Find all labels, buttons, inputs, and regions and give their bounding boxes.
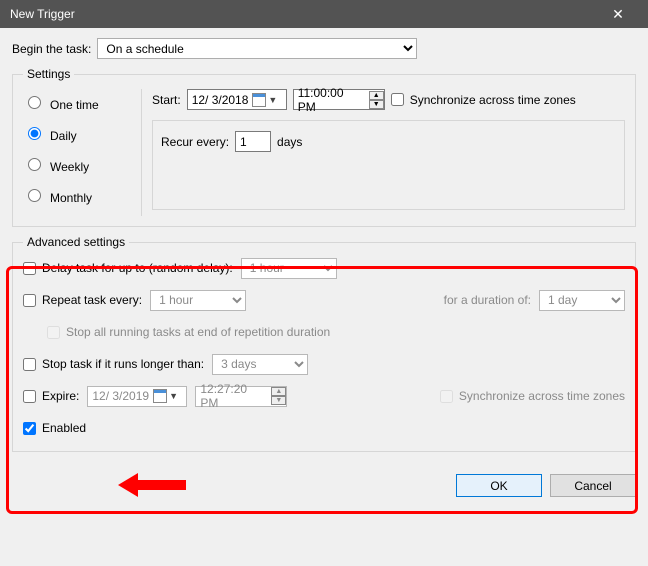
chevron-down-icon: ▼ bbox=[268, 95, 277, 105]
radio-one-time[interactable]: One time bbox=[23, 93, 131, 112]
spin-up-icon[interactable]: ▲ bbox=[271, 387, 286, 396]
begin-task-select[interactable]: On a schedule bbox=[97, 38, 417, 59]
stop-repetition-checkbox: Stop all running tasks at end of repetit… bbox=[47, 325, 330, 339]
repeat-value-select[interactable]: 1 hour bbox=[150, 290, 246, 311]
settings-legend: Settings bbox=[23, 67, 74, 81]
radio-weekly[interactable]: Weekly bbox=[23, 155, 131, 174]
expire-sync-checkbox: Synchronize across time zones bbox=[440, 389, 625, 403]
recur-label: Recur every: bbox=[161, 135, 229, 149]
start-time-spinner[interactable]: 11:00:00 PM ▲▼ bbox=[293, 89, 385, 110]
radio-daily[interactable]: Daily bbox=[23, 124, 131, 143]
calendar-icon bbox=[153, 389, 167, 403]
radio-monthly[interactable]: Monthly bbox=[23, 186, 131, 205]
recur-unit: days bbox=[277, 135, 302, 149]
spin-down-icon[interactable]: ▼ bbox=[369, 100, 384, 109]
content-area: Begin the task: On a schedule Settings O… bbox=[0, 28, 648, 468]
stop-long-value-select[interactable]: 3 days bbox=[212, 354, 308, 375]
duration-value-select[interactable]: 1 day bbox=[539, 290, 625, 311]
expire-time-spinner[interactable]: 12:27:20 PM ▲▼ bbox=[195, 386, 287, 407]
begin-task-row: Begin the task: On a schedule bbox=[12, 38, 636, 59]
repeat-task-checkbox[interactable]: Repeat task every: bbox=[23, 293, 142, 307]
settings-group: Settings One time Daily Weekly Monthly S… bbox=[12, 67, 636, 227]
window-title: New Trigger bbox=[10, 7, 598, 21]
advanced-legend: Advanced settings bbox=[23, 235, 129, 249]
expire-date-picker[interactable]: 12/ 3/2019 ▼ bbox=[87, 386, 187, 407]
duration-label: for a duration of: bbox=[444, 293, 531, 307]
calendar-icon bbox=[252, 93, 266, 107]
begin-task-label: Begin the task: bbox=[12, 42, 91, 56]
button-bar: OK Cancel bbox=[0, 468, 648, 507]
recur-value-input[interactable] bbox=[235, 131, 271, 152]
schedule-radio-group: One time Daily Weekly Monthly bbox=[23, 89, 131, 216]
expire-checkbox[interactable]: Expire: bbox=[23, 389, 79, 403]
delay-task-checkbox[interactable]: Delay task for up to (random delay): bbox=[23, 261, 233, 275]
chevron-down-icon: ▼ bbox=[169, 391, 178, 401]
spin-down-icon[interactable]: ▼ bbox=[271, 396, 286, 405]
close-icon[interactable]: ✕ bbox=[598, 6, 638, 23]
spin-up-icon[interactable]: ▲ bbox=[369, 91, 384, 100]
stop-long-checkbox[interactable]: Stop task if it runs longer than: bbox=[23, 357, 204, 371]
titlebar: New Trigger ✕ bbox=[0, 0, 648, 28]
start-date-picker[interactable]: 12/ 3/2018 ▼ bbox=[187, 89, 287, 110]
ok-button[interactable]: OK bbox=[456, 474, 542, 497]
enabled-checkbox[interactable]: Enabled bbox=[23, 421, 86, 435]
start-label: Start: bbox=[152, 93, 181, 107]
sync-timezones-checkbox[interactable]: Synchronize across time zones bbox=[391, 93, 576, 107]
delay-value-select[interactable]: 1 hour bbox=[241, 258, 337, 279]
advanced-settings-group: Advanced settings Delay task for up to (… bbox=[12, 235, 636, 452]
cancel-button[interactable]: Cancel bbox=[550, 474, 636, 497]
